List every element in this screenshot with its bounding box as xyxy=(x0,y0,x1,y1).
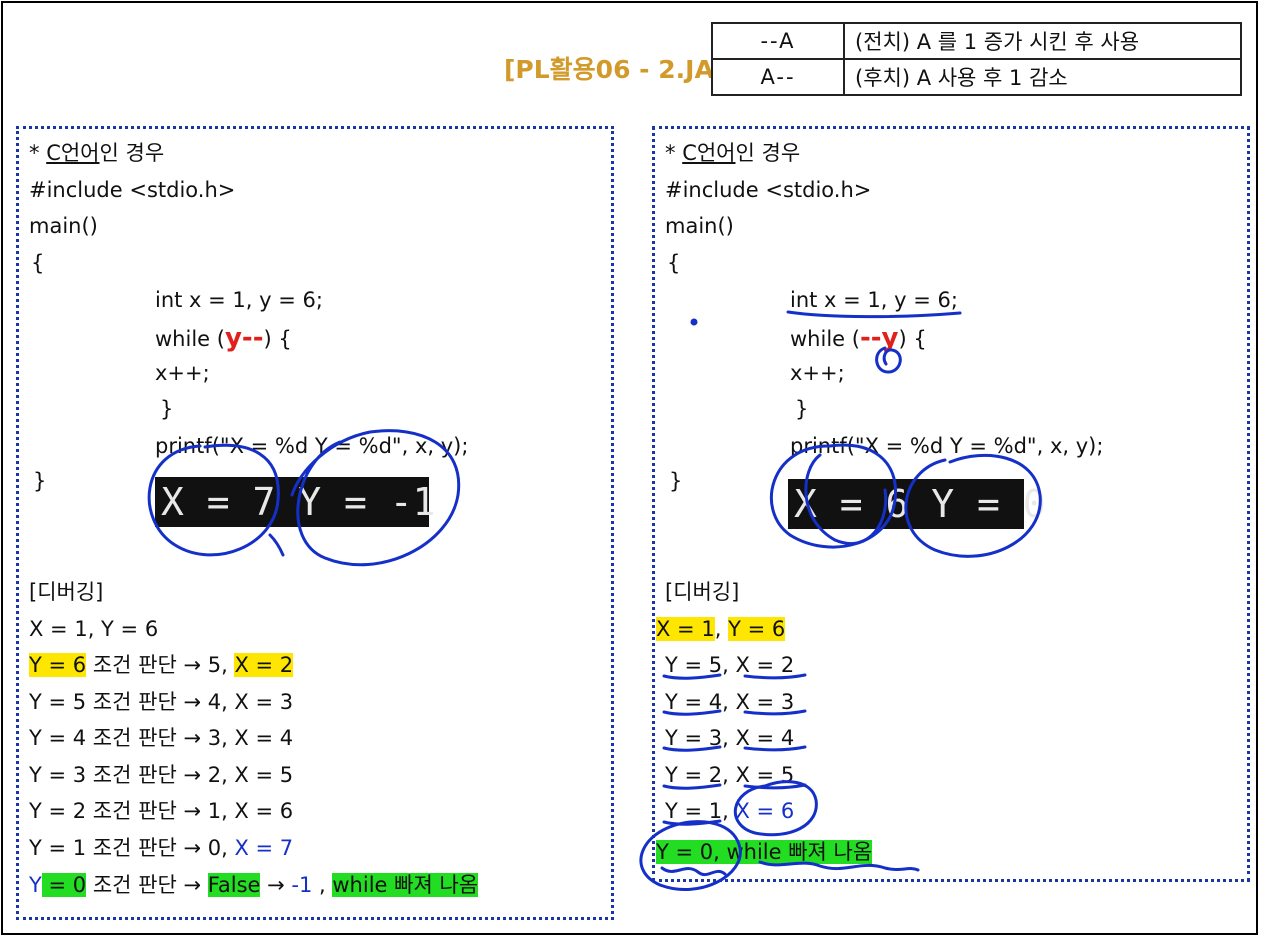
heading-lang: C언어 xyxy=(46,141,100,165)
debug-line: Y = 4 조건 판단 → 3, X = 4 xyxy=(29,726,294,750)
debug-text: Y = 1, xyxy=(665,799,736,823)
debug-blue-text: -1 xyxy=(291,873,313,897)
heading-rest: 인 경우 xyxy=(735,141,801,165)
code-body: x++; xyxy=(790,361,845,385)
while-suffix: ) { xyxy=(263,327,292,351)
debug-text: → xyxy=(260,873,292,897)
debug-line: Y = 5, X = 2 xyxy=(665,653,795,677)
code-printf: printf("X = %d Y = %d", x, y); xyxy=(155,434,469,458)
while-prefix: while ( xyxy=(790,327,860,351)
debug-highlight: X = 2 xyxy=(234,653,294,677)
debug-line: Y = 3 조건 판단 → 2, X = 5 xyxy=(29,763,294,787)
operator-desc-cell: (전치) A 를 1 증가 시킨 후 사용 xyxy=(843,22,1242,60)
operator-cell: --A xyxy=(711,22,845,60)
code-body: x++; xyxy=(155,361,210,385)
debug-line: Y = 1, X = 6 xyxy=(665,797,794,825)
debug-text: 조건 판단 → xyxy=(86,873,208,897)
heading-rest: 인 경우 xyxy=(99,141,165,165)
debug-text: , xyxy=(714,617,729,641)
while-suffix: ) { xyxy=(898,327,927,351)
code-inner-close: } xyxy=(795,397,809,421)
debug-line: X = 1, Y = 6 xyxy=(656,615,786,643)
debug-text: Y = 1 조건 판단 → 0, xyxy=(29,836,235,860)
slide-title: [PL활용06 - 2.JA xyxy=(504,55,714,84)
debug-highlight: Y = 0, while 빠져 나옴 xyxy=(656,840,873,864)
debug-text: 조건 판단 → 5, xyxy=(86,653,235,677)
debug-line: Y = 1 조건 판단 → 0, X = 7 xyxy=(29,834,293,862)
debug-line: Y = 2 조건 판단 → 1, X = 6 xyxy=(29,799,294,823)
while-condition: --y xyxy=(859,323,899,353)
code-close-brace: } xyxy=(669,469,683,493)
debug-text: , xyxy=(312,873,333,897)
code-decl: int x = 1, y = 6; xyxy=(155,288,323,312)
code-decl: int x = 1, y = 6; xyxy=(790,288,958,312)
code-while: while (--y) { xyxy=(790,324,927,353)
code-close-brace: } xyxy=(33,469,47,493)
code-while: while (y--) { xyxy=(155,324,292,353)
operator-row: A-- (후치) A 사용 후 1 감소 xyxy=(711,58,1242,96)
code-include: #include <stdio.h> xyxy=(29,178,236,202)
while-prefix: while ( xyxy=(155,327,225,351)
debug-line: Y = 0, while 빠져 나옴 xyxy=(656,838,873,866)
heading-star: * xyxy=(665,141,683,165)
debug-line: X = 1, Y = 6 xyxy=(29,617,159,641)
code-open-brace: { xyxy=(31,251,45,275)
while-condition: y-- xyxy=(224,323,264,353)
code-main: main() xyxy=(665,214,734,238)
operator-table: --A (전치) A 를 1 증가 시킨 후 사용 A-- (후치) A 사용 … xyxy=(711,22,1242,96)
operator-cell: A-- xyxy=(711,58,845,96)
heading-lang: C언어 xyxy=(682,141,736,165)
operator-row: --A (전치) A 를 1 증가 시킨 후 사용 xyxy=(711,22,1242,60)
debug-blue-text: Y xyxy=(29,873,42,897)
left-heading: * C언어인 경우 xyxy=(29,139,164,167)
debug-highlight: Y = 6 xyxy=(29,653,87,677)
debug-highlight: while 빠져 나옴 xyxy=(332,873,479,897)
debug-line: Y = 0 조건 판단 → False → -1 , while 빠져 나옴 xyxy=(29,871,479,899)
debug-highlight: X = 1 xyxy=(656,617,715,641)
code-inner-close: } xyxy=(160,397,174,421)
debug-line: Y = 4, X = 3 xyxy=(665,690,795,714)
code-include: #include <stdio.h> xyxy=(665,178,872,202)
code-open-brace: { xyxy=(667,251,681,275)
operator-desc-cell: (후치) A 사용 후 1 감소 xyxy=(843,58,1242,96)
debug-blue-text: X = 7 xyxy=(234,836,294,860)
debug-line: Y = 5 조건 판단 → 4, X = 3 xyxy=(29,690,294,714)
heading-star: * xyxy=(29,141,47,165)
code-printf: printf("X = %d Y = %d", x, y); xyxy=(790,434,1104,458)
debug-highlight: = 0 xyxy=(41,873,87,897)
debug-highlight: False xyxy=(207,873,261,897)
debug-blue-text: X = 6 xyxy=(735,799,795,823)
console-output: X = 7 Y = -1 xyxy=(155,477,436,527)
right-heading: * C언어인 경우 xyxy=(665,139,800,167)
debug-line: Y = 3, X = 4 xyxy=(665,726,795,750)
console-output: X = 6 Y = 0 xyxy=(788,479,1046,529)
code-main: main() xyxy=(29,214,98,238)
debug-line: Y = 2, X = 5 xyxy=(665,763,795,787)
debug-title: [디버깅] xyxy=(29,580,104,604)
debug-highlight: Y = 6 xyxy=(728,617,786,641)
debug-title: [디버깅] xyxy=(665,580,740,604)
debug-line: Y = 6 조건 판단 → 5, X = 2 xyxy=(29,651,294,679)
